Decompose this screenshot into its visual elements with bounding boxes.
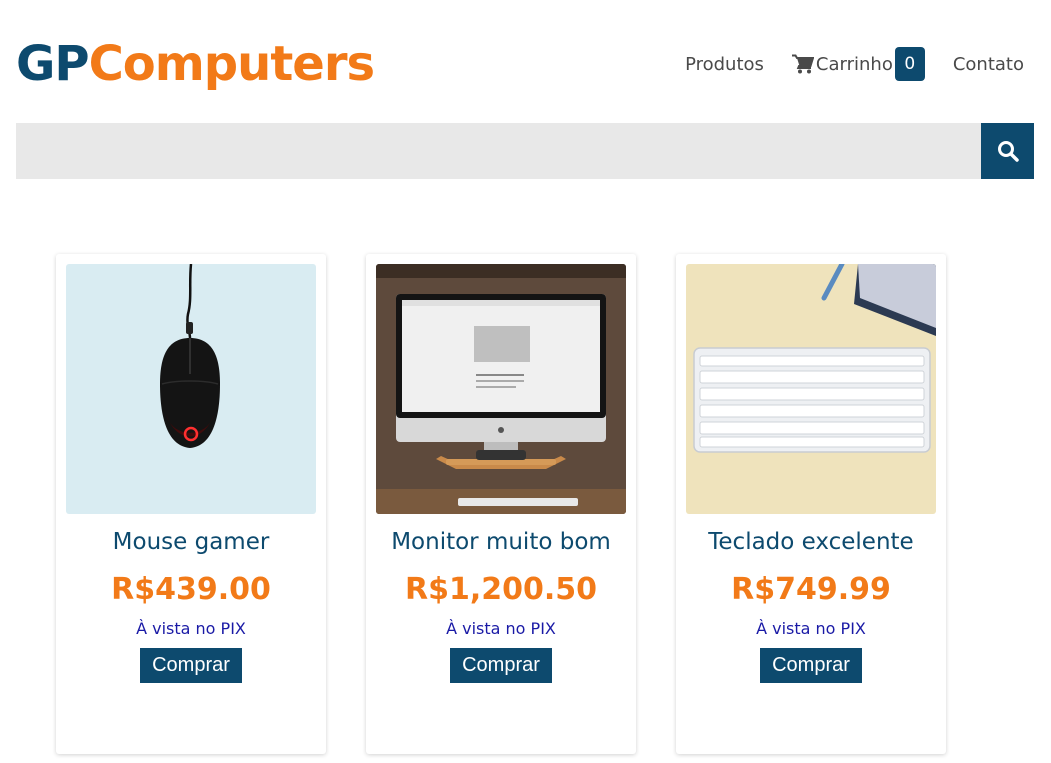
search-bar — [16, 123, 1034, 179]
site-logo[interactable]: GPComputers — [16, 34, 375, 94]
logo-computers: Computers — [88, 36, 375, 92]
product-image-keyboard[interactable] — [686, 264, 936, 514]
nav-produtos[interactable]: Produtos — [685, 54, 764, 75]
payment-note: À vista no PIX — [136, 619, 246, 638]
product-price: R$439.00 — [111, 572, 271, 607]
product-name: Mouse gamer — [112, 529, 270, 555]
payment-note: À vista no PIX — [446, 619, 556, 638]
search-icon — [997, 141, 1019, 162]
product-card: Mouse gamer R$439.00 À vista no PIX Comp… — [56, 254, 326, 754]
product-price: R$749.99 — [731, 572, 891, 607]
logo-gp: GP — [16, 36, 90, 92]
cart-count-badge: 0 — [894, 47, 925, 81]
nav-contato[interactable]: Contato — [953, 54, 1024, 75]
product-grid: Mouse gamer R$439.00 À vista no PIX Comp… — [56, 254, 946, 754]
product-image-monitor[interactable] — [376, 264, 626, 514]
product-name: Teclado excelente — [708, 529, 914, 555]
search-input[interactable] — [16, 123, 981, 179]
main-nav: Produtos Carrinho 0 Contato — [685, 46, 1024, 82]
product-price: R$1,200.50 — [404, 572, 597, 607]
product-card: Teclado excelente R$749.99 À vista no PI… — [676, 254, 946, 754]
payment-note: À vista no PIX — [756, 619, 866, 638]
search-button[interactable] — [981, 123, 1034, 179]
product-name: Monitor muito bom — [391, 529, 611, 555]
buy-button[interactable]: Comprar — [450, 648, 552, 683]
buy-button[interactable]: Comprar — [140, 648, 242, 683]
product-card: Monitor muito bom R$1,200.50 À vista no … — [366, 254, 636, 754]
buy-button[interactable]: Comprar — [760, 648, 862, 683]
cart-icon — [791, 54, 814, 74]
nav-carrinho-label: Carrinho — [815, 53, 893, 75]
product-image-mouse[interactable] — [66, 264, 316, 514]
nav-carrinho[interactable]: Carrinho 0 — [791, 47, 925, 81]
